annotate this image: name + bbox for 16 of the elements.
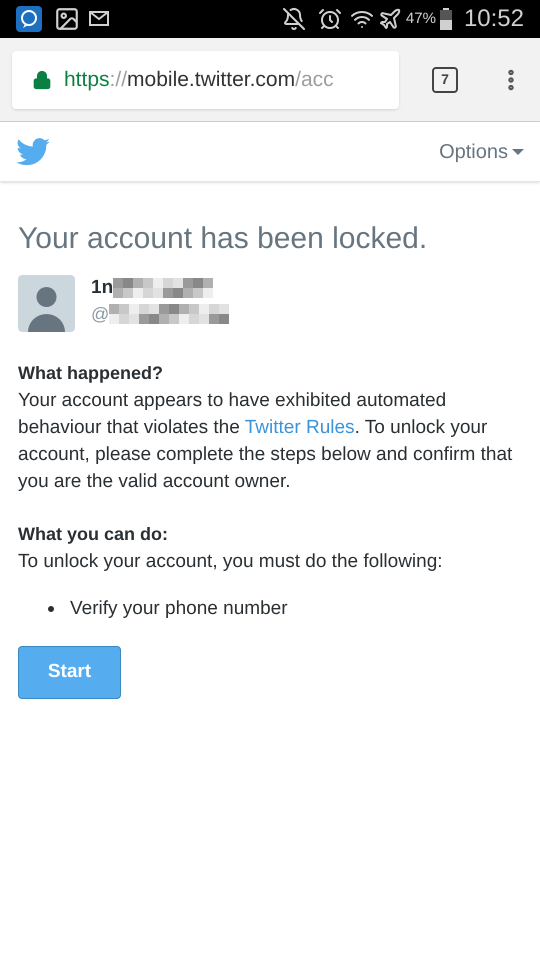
clock: 10:52 [464, 4, 524, 34]
options-menu[interactable]: Options [439, 136, 524, 166]
section-text: Your account appears to have exhibited automated behaviour that violates the Twitter Rules. To unlock your account, please complete the steps below and confirm that you are the valid account owner. [18, 389, 514, 494]
url-text: https://mobile.twitter.com/acc [64, 66, 334, 93]
account-name: 1n [91, 276, 114, 300]
section-heading: What happened? [18, 362, 164, 385]
section-heading: What you can do: [18, 523, 169, 546]
start-button[interactable]: Start [18, 646, 121, 698]
tab-count-button[interactable]: 7 [432, 66, 458, 92]
rules-link[interactable]: Twitter Rules [244, 417, 355, 438]
step-text: Verify your phone number [70, 597, 288, 621]
account-handle: @ [91, 302, 110, 326]
address-bar[interactable]: https://mobile.twitter.com/acc [12, 50, 399, 108]
battery-level: 47% [406, 8, 436, 29]
page-title: Your account has been locked. [18, 221, 428, 257]
section-text: To unlock your account, you must do the following: [18, 550, 444, 574]
